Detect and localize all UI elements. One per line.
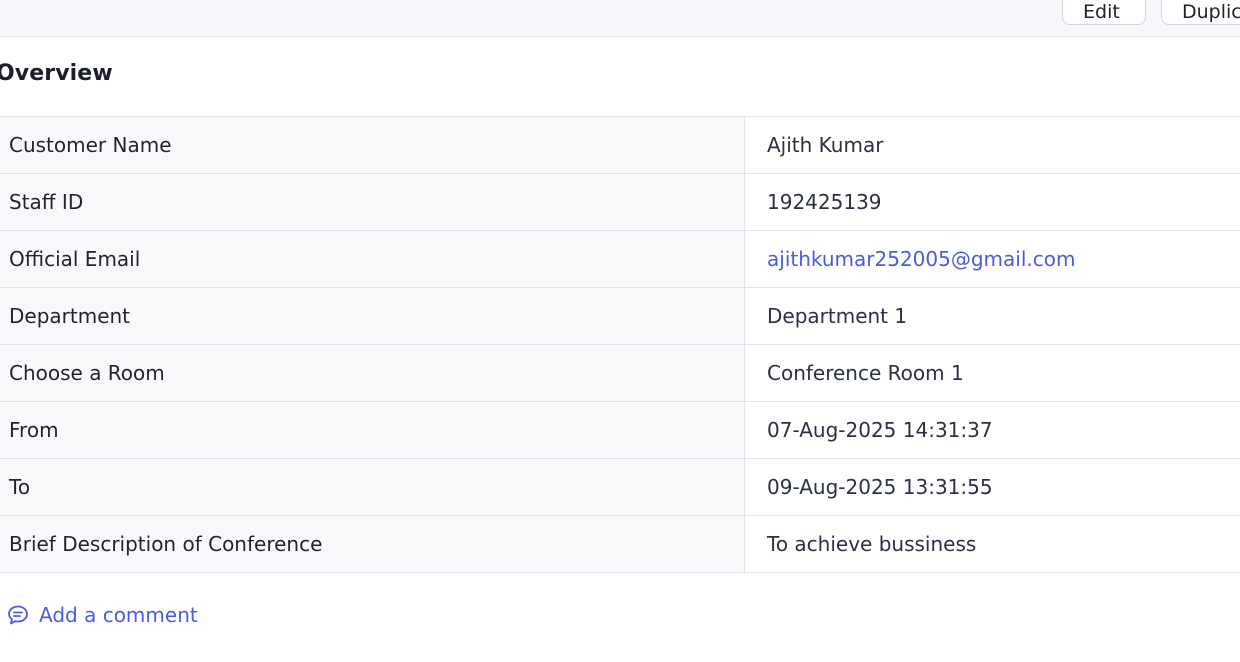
field-value: To achieve bussiness: [767, 532, 977, 556]
field-label: Brief Description of Conference: [0, 516, 745, 572]
field-label: Official Email: [0, 231, 745, 287]
section-title: Overview: [0, 61, 113, 86]
field-value: Department 1: [767, 304, 908, 328]
duplicate-button[interactable]: Duplicate: [1161, 0, 1240, 25]
detail-row-department: Department Department 1: [0, 288, 1240, 345]
detail-row-room: Choose a Room Conference Room 1: [0, 345, 1240, 402]
field-label: To: [0, 459, 745, 515]
detail-row-description: Brief Description of Conference To achie…: [0, 516, 1240, 573]
comment-icon: [8, 605, 28, 625]
field-value: 09-Aug-2025 13:31:55: [767, 475, 993, 499]
detail-row-from: From 07-Aug-2025 14:31:37: [0, 402, 1240, 459]
field-label: Staff ID: [0, 174, 745, 230]
field-label: Department: [0, 288, 745, 344]
details-table: Customer Name Ajith Kumar Staff ID 19242…: [0, 116, 1240, 573]
add-comment-link[interactable]: Add a comment: [6, 603, 198, 627]
detail-row-to: To 09-Aug-2025 13:31:55: [0, 459, 1240, 516]
add-comment-label: Add a comment: [39, 603, 198, 627]
detail-row-official-email: Official Email ajithkumar252005@gmail.co…: [0, 231, 1240, 288]
email-link[interactable]: ajithkumar252005@gmail.com: [745, 231, 1240, 287]
field-label: Customer Name: [0, 117, 745, 173]
detail-row-customer-name: Customer Name Ajith Kumar: [0, 117, 1240, 174]
detail-row-staff-id: Staff ID 192425139: [0, 174, 1240, 231]
field-label: Choose a Room: [0, 345, 745, 401]
field-value: Ajith Kumar: [767, 133, 884, 157]
edit-button[interactable]: Edit: [1062, 0, 1146, 25]
field-value: 07-Aug-2025 14:31:37: [767, 418, 993, 442]
field-label: From: [0, 402, 745, 458]
field-value: Conference Room 1: [767, 361, 964, 385]
top-toolbar: Edit Duplicate: [0, 0, 1240, 37]
field-value: 192425139: [767, 190, 882, 214]
